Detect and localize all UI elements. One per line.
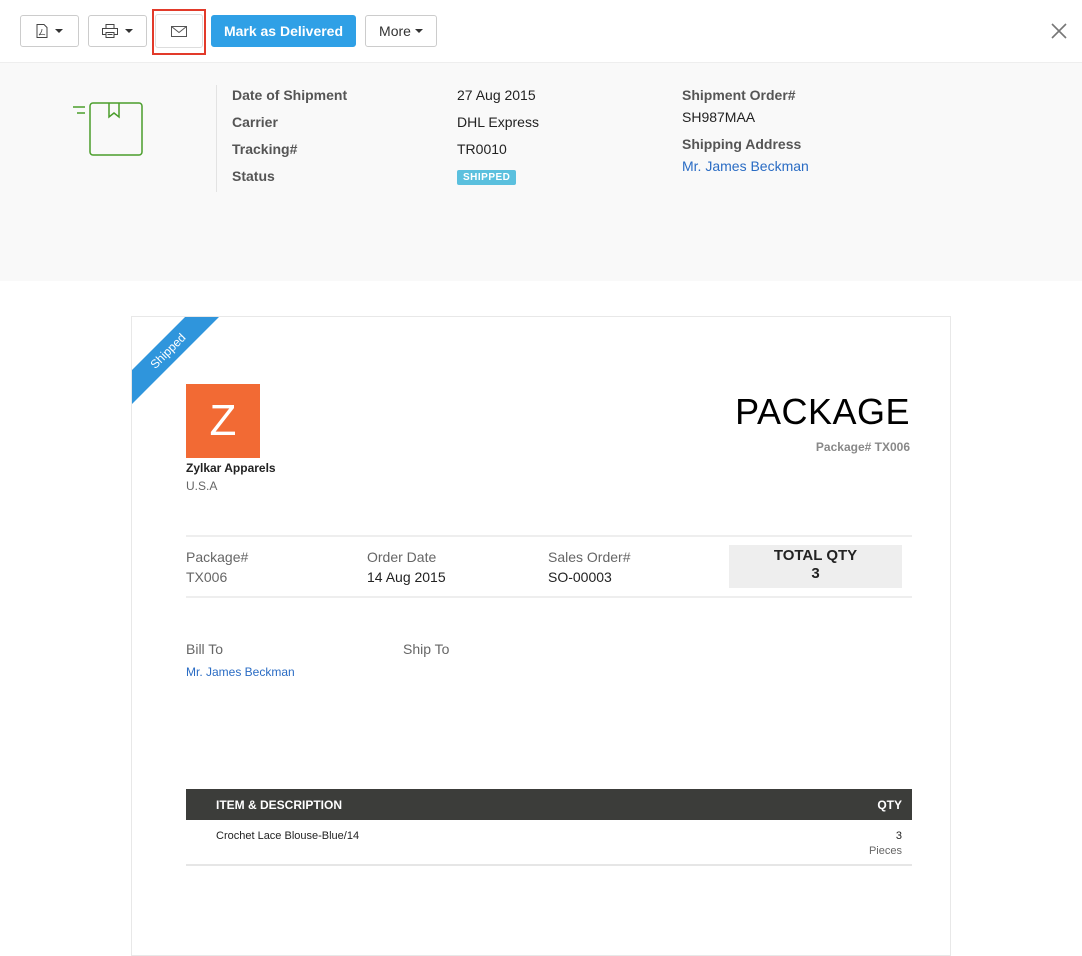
- column-header-qty: QTY: [877, 797, 902, 812]
- item-qty: 3 Pieces: [869, 830, 902, 864]
- package-document: Shipped Z Zylkar Apparels U.S.A PACKAGE …: [131, 316, 951, 956]
- print-dropdown-button[interactable]: [88, 15, 147, 47]
- item-qty-unit: Pieces: [868, 845, 902, 857]
- date-of-shipment-value: 27 Aug 2015: [457, 87, 536, 103]
- tracking-value: TR0010: [457, 141, 507, 157]
- item-qty-value: 3: [895, 830, 902, 842]
- bill-to-link[interactable]: Mr. James Beckman: [186, 665, 295, 679]
- chevron-down-icon: [414, 29, 423, 33]
- status-label: Status: [232, 168, 275, 184]
- items-table: ITEM & DESCRIPTION QTY Crochet Lace Blou…: [186, 789, 912, 866]
- toolbar: Mark as Delivered More: [0, 0, 1082, 63]
- printer-icon: [102, 24, 118, 38]
- document-number: Package# TX006: [815, 440, 910, 454]
- carrier-value: DHL Express: [457, 114, 539, 130]
- document-title: PACKAGE: [735, 391, 910, 432]
- company-country: U.S.A: [186, 479, 218, 493]
- shipment-order-value: SH987MAA: [682, 109, 756, 125]
- shipping-address-link[interactable]: Mr. James Beckman: [682, 158, 809, 174]
- package-box-icon: [73, 102, 143, 156]
- ship-to-label: Ship To: [403, 641, 450, 657]
- more-label: More: [379, 23, 411, 39]
- shipment-summary: [0, 63, 1082, 281]
- tracking-label: Tracking#: [232, 141, 298, 157]
- company-logo: Z: [186, 384, 260, 458]
- sales-order-value: SO-00003: [548, 569, 612, 585]
- sales-order-label: Sales Order#: [548, 549, 631, 565]
- order-date-value: 14 Aug 2015: [367, 569, 446, 585]
- total-qty-box: TOTAL QTY 3: [729, 545, 902, 588]
- company-name: Zylkar Apparels: [186, 461, 276, 475]
- close-icon: [1051, 23, 1067, 39]
- envelope-icon: [171, 25, 187, 37]
- more-dropdown-button[interactable]: More: [365, 15, 437, 47]
- package-number-label: Package#: [186, 549, 249, 565]
- order-date-label: Order Date: [367, 549, 437, 565]
- items-table-header: ITEM & DESCRIPTION QTY: [186, 789, 912, 820]
- package-meta: Package# TX006 Order Date 14 Aug 2015 Sa…: [186, 535, 912, 598]
- chevron-down-icon: [125, 29, 133, 33]
- package-number-value: TX006: [186, 569, 228, 585]
- mark-as-delivered-button[interactable]: Mark as Delivered: [211, 15, 356, 47]
- chevron-down-icon: [55, 29, 63, 33]
- shipment-order-label: Shipment Order#: [682, 87, 796, 103]
- total-qty-value: 3: [811, 565, 820, 582]
- date-of-shipment-label: Date of Shipment: [232, 87, 348, 103]
- status-badge: SHIPPED: [457, 170, 517, 185]
- total-qty-label: TOTAL QTY: [773, 547, 858, 564]
- bill-to-label: Bill To: [186, 641, 224, 657]
- meta-order-date: Order Date 14 Aug 2015: [367, 549, 446, 585]
- table-row: Crochet Lace Blouse-Blue/14 3 Pieces: [186, 820, 912, 866]
- summary-divider: [216, 85, 217, 192]
- carrier-label: Carrier: [232, 114, 278, 130]
- pdf-dropdown-button[interactable]: [20, 15, 79, 47]
- email-button[interactable]: [155, 14, 203, 48]
- item-description: Crochet Lace Blouse-Blue/14: [216, 830, 360, 842]
- pdf-file-icon: [36, 24, 48, 38]
- column-header-item: ITEM & DESCRIPTION: [216, 797, 343, 812]
- meta-package: Package# TX006: [186, 549, 248, 585]
- meta-sales-order: Sales Order# SO-00003: [548, 549, 630, 585]
- close-button[interactable]: [1049, 21, 1069, 41]
- shipping-address-label: Shipping Address: [682, 136, 802, 152]
